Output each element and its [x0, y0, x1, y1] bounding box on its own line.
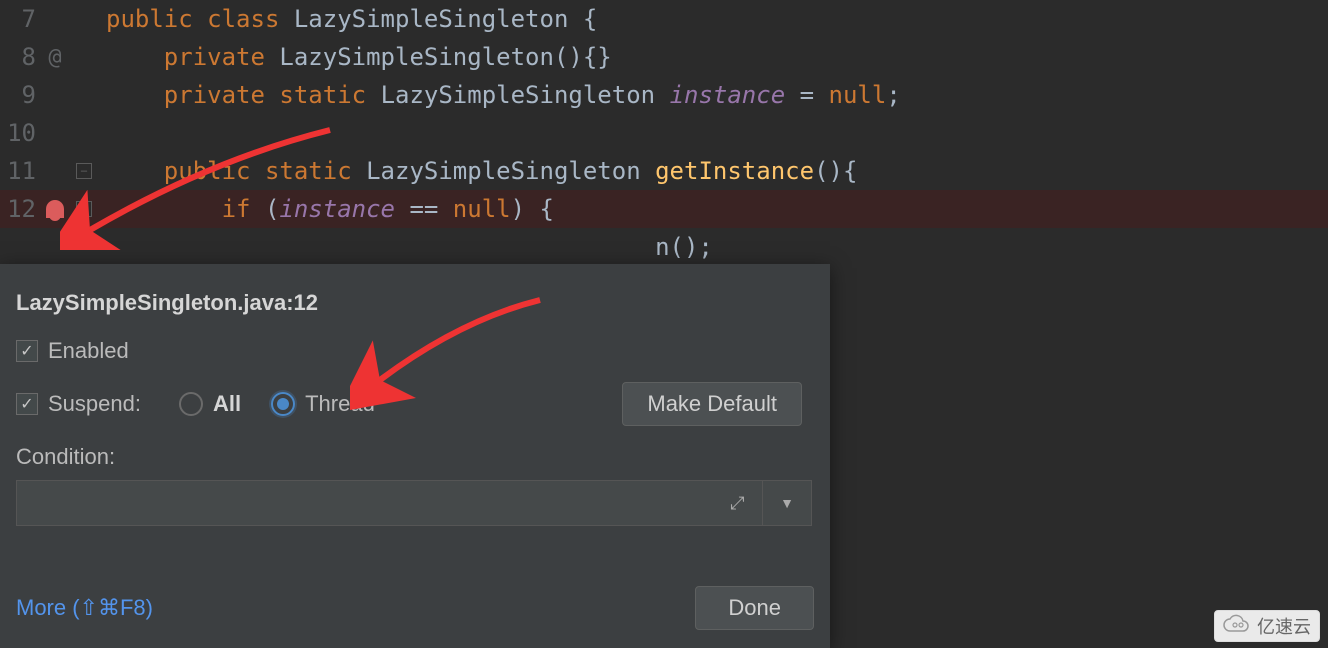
suspend-all-radio[interactable]: [179, 392, 203, 416]
watermark-text: 亿速云: [1257, 613, 1311, 639]
suspend-label: Suspend:: [48, 391, 141, 417]
fold-gutter[interactable]: −: [70, 163, 98, 179]
line-number: 11: [0, 157, 40, 185]
enabled-row: ✓ Enabled: [16, 338, 814, 364]
code-text[interactable]: public class LazySimpleSingleton {: [98, 5, 597, 33]
watermark: 亿速云: [1214, 610, 1320, 642]
popup-title: LazySimpleSingleton.java:12: [16, 290, 814, 316]
code-line[interactable]: n();: [0, 228, 1328, 266]
code-text[interactable]: n();: [98, 233, 713, 261]
condition-label: Condition:: [16, 444, 814, 470]
enabled-checkbox[interactable]: ✓: [16, 340, 38, 362]
override-icon: @: [40, 45, 70, 70]
line-number: 8: [0, 43, 40, 71]
condition-input[interactable]: [17, 481, 713, 525]
breakpoint-popup: LazySimpleSingleton.java:12 ✓ Enabled ✓ …: [0, 264, 830, 648]
suspend-all-label: All: [213, 391, 241, 417]
code-text[interactable]: if (instance == null) {: [98, 195, 554, 223]
condition-dropdown-icon[interactable]: ▼: [763, 481, 811, 525]
enabled-label: Enabled: [48, 338, 129, 364]
fold-toggle-icon[interactable]: −: [76, 163, 92, 179]
code-text[interactable]: private LazySimpleSingleton(){}: [98, 43, 612, 71]
suspend-row: ✓ Suspend: All Thread Make Default: [16, 382, 814, 426]
suspend-checkbox[interactable]: ✓: [16, 393, 38, 415]
code-line[interactable]: 8@ private LazySimpleSingleton(){}: [0, 38, 1328, 76]
make-default-button[interactable]: Make Default: [622, 382, 802, 426]
fold-gutter[interactable]: −: [70, 201, 98, 217]
line-number: 7: [0, 5, 40, 33]
line-number: 10: [0, 119, 40, 147]
line-number: 9: [0, 81, 40, 109]
cloud-icon: [1223, 614, 1251, 638]
code-line[interactable]: 11 − public static LazySimpleSingleton ge…: [0, 152, 1328, 190]
code-line[interactable]: 7 public class LazySimpleSingleton {: [0, 0, 1328, 38]
code-text[interactable]: private static LazySimpleSingleton insta…: [98, 81, 901, 109]
code-text[interactable]: public static LazySimpleSingleton getIns…: [98, 157, 857, 185]
suspend-thread-radio[interactable]: [271, 392, 295, 416]
line-number: 12: [0, 195, 40, 223]
expand-icon[interactable]: ⤢: [713, 481, 763, 525]
condition-field: ⤢ ▼: [16, 480, 812, 526]
done-button[interactable]: Done: [695, 586, 814, 630]
code-line[interactable]: 10: [0, 114, 1328, 152]
more-link[interactable]: More (⇧⌘F8): [16, 595, 153, 621]
suspend-thread-label: Thread: [305, 391, 375, 417]
breakpoint-icon[interactable]: [40, 200, 70, 218]
code-line[interactable]: 12 − if (instance == null) {: [0, 190, 1328, 228]
code-line[interactable]: 9 private static LazySimpleSingleton ins…: [0, 76, 1328, 114]
fold-toggle-icon[interactable]: −: [76, 201, 92, 217]
